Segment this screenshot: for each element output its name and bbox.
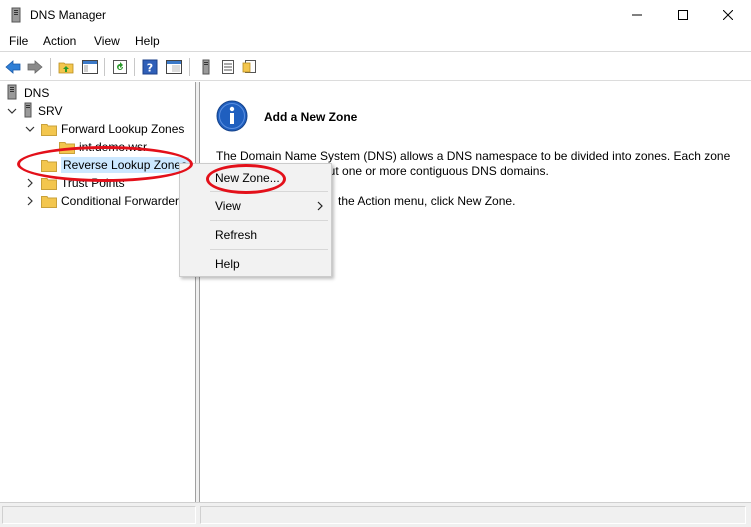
context-menu: New Zone... View Refresh Help [179, 163, 332, 277]
content-heading: Add a New Zone [264, 110, 358, 124]
tree-label-reverse: Reverse Lookup Zones [61, 157, 190, 173]
refresh-label: Refresh [215, 228, 258, 242]
dns-root-icon [4, 84, 20, 103]
forward-arrow-icon[interactable] [25, 57, 45, 77]
tree-node-trust-points[interactable]: Trust Points [41, 174, 125, 192]
folder-icon [41, 123, 57, 136]
content-description: The Domain Name System (DNS) allows a DN… [216, 149, 736, 208]
tree-node-conditional-forwarders[interactable]: Conditional Forwarders [41, 192, 185, 210]
tree-node-int-demo-wsr[interactable]: int.demo.wsr [59, 138, 147, 156]
tree-node-forward-lookup-zones[interactable]: Forward Lookup Zones [41, 120, 184, 138]
context-menu-refresh[interactable]: Refresh [181, 224, 331, 246]
tree-node-srv[interactable]: SRV [22, 102, 62, 120]
status-segment [200, 506, 746, 524]
window-title: DNS Manager [30, 8, 107, 22]
submenu-arrow-icon [317, 200, 323, 214]
folder-icon [41, 159, 57, 172]
server-icon[interactable] [196, 57, 216, 77]
context-menu-view[interactable]: View [181, 195, 331, 217]
toolbar: ? [0, 53, 751, 81]
tree-node-reverse-lookup-zones[interactable]: Reverse Lookup Zones [41, 156, 190, 174]
tree-label-trust: Trust Points [61, 176, 125, 190]
view-label: View [215, 199, 241, 213]
expander-srv[interactable] [7, 106, 17, 116]
folder-icon [41, 177, 57, 190]
tree-node-dns[interactable]: DNS [4, 84, 49, 102]
tree-label-dns: DNS [24, 86, 50, 100]
menu-bar: File Action View Help [0, 30, 751, 52]
tree-label-int-demo: int.demo.wsr [79, 140, 148, 154]
description-line-2: out one or more contiguous DNS domains. [322, 164, 549, 178]
title-bar: DNS Manager [0, 0, 751, 30]
tree-pane: DNS SRV Forward Lookup Zones int.demo.ws… [0, 82, 196, 502]
context-menu-new-zone[interactable]: New Zone... [181, 167, 331, 189]
new-zone-label: New Zone... [215, 171, 280, 185]
show-hide-tree-icon[interactable] [80, 57, 100, 77]
menu-file[interactable]: File [9, 34, 28, 48]
info-icon [216, 100, 248, 132]
help-label: Help [215, 257, 240, 271]
list-icon[interactable] [218, 57, 238, 77]
server-icon [22, 102, 34, 121]
menu-action[interactable]: Action [43, 34, 76, 48]
maximize-button[interactable] [660, 0, 706, 30]
tree-label-forward: Forward Lookup Zones [61, 122, 185, 136]
menu-separator [210, 249, 328, 250]
description-line-3: the Action menu, click New Zone. [338, 194, 516, 208]
expander-trust[interactable] [25, 178, 35, 188]
tree-label-conditional: Conditional Forwarders [61, 194, 186, 208]
expander-forward[interactable] [25, 124, 35, 134]
folder-icon [41, 195, 57, 208]
description-line-1: The Domain Name System (DNS) allows a DN… [216, 149, 731, 163]
close-button[interactable] [705, 0, 751, 30]
properties-icon[interactable] [240, 57, 260, 77]
help-icon[interactable]: ? [140, 57, 160, 77]
refresh-icon[interactable] [110, 57, 130, 77]
dns-manager-icon [8, 7, 24, 23]
context-menu-help[interactable]: Help [181, 253, 331, 275]
menu-view[interactable]: View [94, 34, 120, 48]
tree-label-srv: SRV [38, 104, 63, 118]
menu-separator [210, 191, 328, 192]
up-folder-icon[interactable] [56, 57, 76, 77]
menu-help[interactable]: Help [135, 34, 160, 48]
content-pane: Add a New Zone The Domain Name System (D… [200, 82, 751, 502]
minimize-button[interactable] [614, 0, 660, 30]
menu-separator [210, 220, 328, 221]
back-arrow-icon[interactable] [3, 57, 23, 77]
folder-icon [59, 141, 75, 154]
svg-text:?: ? [147, 62, 153, 75]
status-segment [2, 506, 196, 524]
expander-conditional[interactable] [25, 196, 35, 206]
status-bar [0, 502, 751, 527]
console-icon[interactable] [164, 57, 184, 77]
